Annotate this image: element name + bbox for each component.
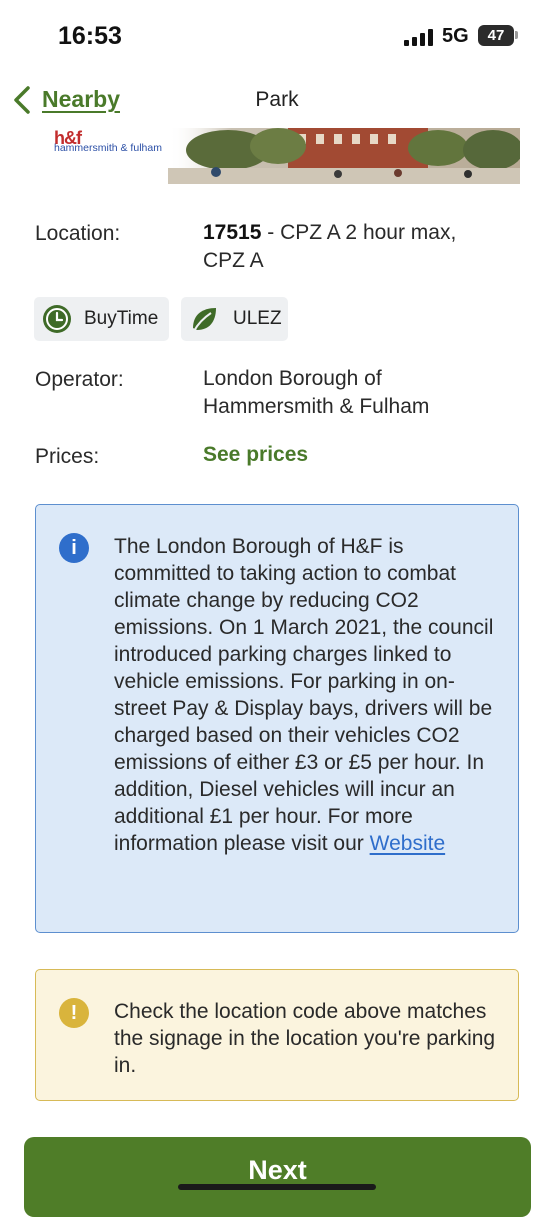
chevron-left-icon[interactable] <box>10 84 36 116</box>
council-logo: h&f hammersmith & fulham <box>52 128 182 184</box>
signal-icon <box>404 28 436 46</box>
chip-ulez: ULEZ <box>181 297 288 341</box>
street-photo <box>168 128 520 184</box>
chip-label: BuyTime <box>84 308 159 329</box>
info-text: The London Borough of H&F is committed t… <box>114 533 499 857</box>
info-icon: i <box>59 533 89 563</box>
warning-box: ! Check the location code above matches … <box>35 969 519 1101</box>
see-prices-link[interactable]: See prices <box>203 443 308 467</box>
website-link[interactable]: Website <box>370 832 445 855</box>
info-box: i The London Borough of H&F is committed… <box>35 504 519 933</box>
network-type: 5G <box>442 25 469 47</box>
prices-label: Prices: <box>35 445 100 468</box>
battery-icon: 47 <box>478 25 514 46</box>
chip-buytime: BuyTime <box>34 297 169 341</box>
chip-label: ULEZ <box>233 308 282 329</box>
logo-text: hammersmith & fulham <box>54 142 162 154</box>
back-button[interactable]: Nearby <box>42 86 120 113</box>
location-code: 17515 <box>203 221 262 244</box>
warning-icon: ! <box>59 998 89 1028</box>
leaf-icon <box>193 308 216 332</box>
operator-label: Operator: <box>35 368 124 391</box>
warning-text: Check the location code above matches th… <box>114 1000 496 1077</box>
battery-tip <box>515 31 518 39</box>
clock-icon <box>43 305 71 333</box>
operator-value: London Borough of Hammersmith & Fulham <box>203 367 430 418</box>
next-button[interactable]: Next <box>24 1137 531 1217</box>
location-value: 17515 - CPZ A 2 hour max, CPZ A <box>203 219 503 275</box>
location-label: Location: <box>35 222 121 245</box>
info-message: The London Borough of H&F is committed t… <box>114 535 494 855</box>
home-indicator <box>178 1184 376 1190</box>
status-time: 16:53 <box>58 22 122 50</box>
